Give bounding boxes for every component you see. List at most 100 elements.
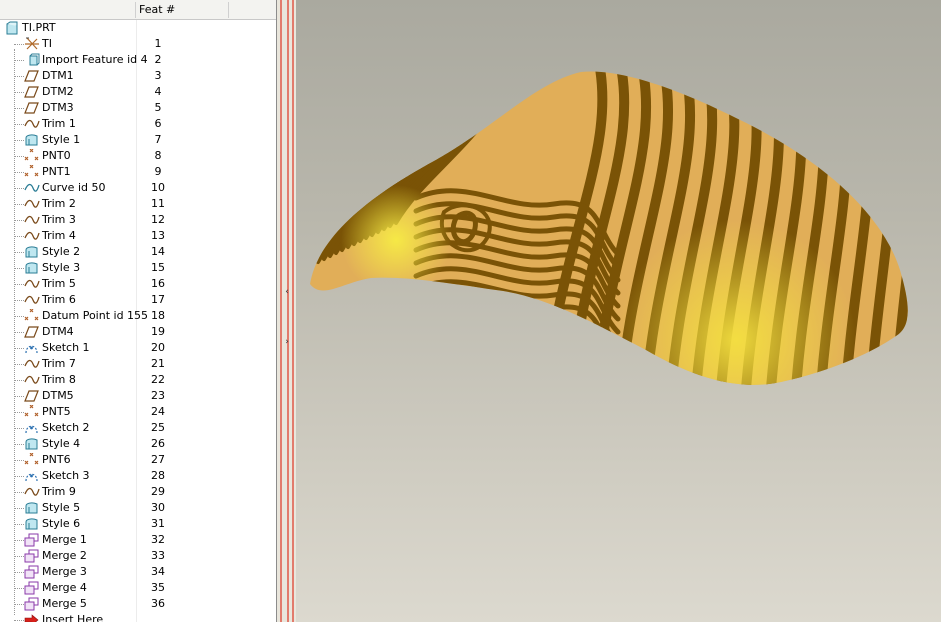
tree-item[interactable]: Sketch 3 28 [0,468,276,484]
feat-number: 34 [151,565,165,578]
tree-item[interactable]: Trim 5 16 [0,276,276,292]
tree-item[interactable]: Merge 2 33 [0,548,276,564]
tree-item-label: Sketch 1 [42,341,90,354]
tree-item[interactable]: Sketch 1 20 [0,340,276,356]
tree-item[interactable]: Trim 9 29 [0,484,276,500]
tree-item-label: Trim 3 [42,213,76,226]
tree-item-label: Sketch 2 [42,421,90,434]
tree-connector [14,380,24,381]
tree-connector [14,604,24,605]
tree-item[interactable]: Trim 1 6 [0,116,276,132]
datum-point-icon [24,308,40,323]
tree-item[interactable]: Style 5 30 [0,500,276,516]
insert-here-arrow-icon [24,613,40,622]
feat-number: 36 [151,597,165,610]
tree-root-item[interactable]: TI.PRT [0,20,276,36]
tree-connector [14,140,24,141]
tree-connector [14,316,24,317]
tree-connector [14,60,24,61]
tree-connector [14,44,24,45]
tree-item-label: Style 3 [42,261,81,274]
collapse-tree-arrow-icon[interactable]: ‹ [282,286,292,298]
merge-icon [24,549,40,563]
tree-item[interactable]: Trim 6 17 [0,292,276,308]
tree-item[interactable]: Trim 2 11 [0,196,276,212]
datum-point-icon [24,164,40,179]
tree-item-label: Import Feature id 4 [42,53,148,66]
tree-item[interactable]: Insert Here [0,612,276,622]
tree-item-label: PNT1 [42,165,71,178]
tree-item[interactable]: Trim 8 22 [0,372,276,388]
feat-number: 1 [154,37,162,50]
curve-icon [24,181,40,195]
tree-connector [14,108,24,109]
tree-item[interactable]: DTM4 19 [0,324,276,340]
tree-item[interactable]: DTM3 5 [0,100,276,116]
tree-item-label: DTM2 [42,85,74,98]
tree-item[interactable]: Trim 4 13 [0,228,276,244]
tree-item[interactable]: Style 4 26 [0,436,276,452]
feat-number: 21 [151,357,165,370]
tree-item-label: Style 6 [42,517,81,530]
trim-icon [24,277,40,291]
tree-item[interactable]: Style 3 15 [0,260,276,276]
feat-number: 17 [151,293,165,306]
merge-icon [24,565,40,579]
tree-item-label: Merge 3 [42,565,87,578]
name-column-header[interactable] [0,2,136,18]
tree-item[interactable]: DTM5 23 [0,388,276,404]
splitter-line [287,0,289,622]
tree-item-label: Insert Here [42,613,104,622]
tree-connector [14,396,24,397]
feat-number: 18 [151,309,165,322]
tree-item[interactable]: Merge 5 36 [0,596,276,612]
tree-item[interactable]: Style 2 14 [0,244,276,260]
sketch-icon [24,469,40,483]
tree-item[interactable]: Merge 3 34 [0,564,276,580]
tree-connector [14,332,24,333]
model-tree: TI.PRT TI 1 Import Feature id 4 2 DTM1 3 DTM2 4… [0,20,276,622]
tree-connector [14,220,24,221]
tree-item[interactable]: Style 6 31 [0,516,276,532]
tree-connector [14,348,24,349]
tree-connector [14,92,24,93]
sketch-icon [24,341,40,355]
tree-connector [14,172,24,173]
tree-item-label: Trim 8 [42,373,76,386]
tree-item[interactable]: Trim 7 21 [0,356,276,372]
zebra-surface-model[interactable] [296,0,941,622]
tree-item-label: DTM1 [42,69,74,82]
tree-item[interactable]: Curve id 50 10 [0,180,276,196]
feat-number: 11 [151,197,165,210]
feat-number: 16 [151,277,165,290]
tree-item[interactable]: Merge 1 32 [0,532,276,548]
graphics-viewport[interactable] [296,0,941,622]
tree-item[interactable]: Style 1 7 [0,132,276,148]
tree-item[interactable]: DTM1 3 [0,68,276,84]
tree-item[interactable]: Datum Point id 155 18 [0,308,276,324]
feat-number: 15 [151,261,165,274]
tree-item[interactable]: PNT5 24 [0,404,276,420]
style-icon [24,517,40,531]
tree-item[interactable]: PNT1 9 [0,164,276,180]
merge-icon [24,581,40,595]
tree-item[interactable]: Import Feature id 4 2 [0,52,276,68]
tree-item[interactable]: PNT0 8 [0,148,276,164]
tree-item-label: Trim 2 [42,197,76,210]
feat-number-column-header[interactable]: Feat # [137,2,229,18]
tree-item-label: Trim 9 [42,485,76,498]
expand-tree-arrow-icon[interactable]: › [282,336,292,348]
feat-number: 12 [151,213,165,226]
feat-number: 33 [151,549,165,562]
tree-item[interactable]: TI 1 [0,36,276,52]
tree-connector [14,460,24,461]
tree-item[interactable]: Merge 4 35 [0,580,276,596]
tree-item-label: Datum Point id 155 [42,309,149,322]
feat-number: 22 [151,373,165,386]
tree-item[interactable]: Trim 3 12 [0,212,276,228]
tree-item[interactable]: Sketch 2 25 [0,420,276,436]
datum-plane-icon [24,69,40,83]
tree-item[interactable]: PNT6 27 [0,452,276,468]
tree-item[interactable]: DTM2 4 [0,84,276,100]
tree-item-label: Trim 5 [42,277,76,290]
